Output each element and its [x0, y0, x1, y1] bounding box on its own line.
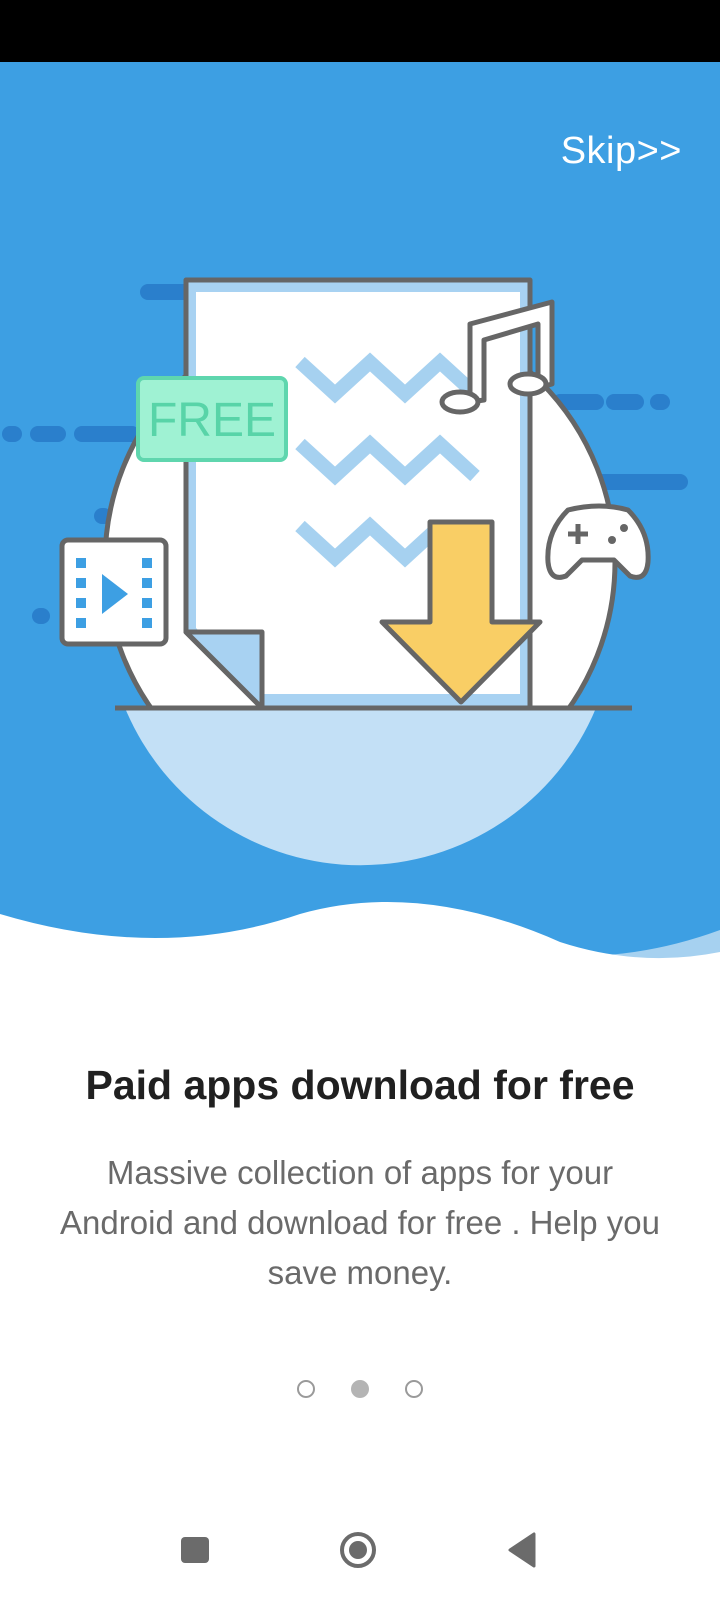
circle-floor: [125, 708, 596, 866]
home-button[interactable]: [330, 1522, 386, 1578]
page-dot[interactable]: [405, 1380, 423, 1398]
recents-button[interactable]: [167, 1522, 223, 1578]
video-icon: [59, 537, 169, 647]
page-description: Massive collection of apps for your Andr…: [60, 1154, 660, 1291]
status-bar: [0, 0, 720, 62]
back-button[interactable]: [494, 1522, 550, 1578]
svg-text:FREE: FREE: [148, 394, 276, 447]
page-title: Paid apps download for free: [85, 1062, 635, 1108]
page-indicator: [0, 1380, 720, 1404]
skip-button[interactable]: Skip>>: [561, 130, 682, 173]
wave-front: [0, 901, 720, 992]
free-badge: FREE: [136, 376, 288, 462]
home-icon: [340, 1532, 376, 1568]
page-dot-active[interactable]: [351, 1380, 369, 1398]
onboarding-illustration: FREE: [0, 277, 720, 992]
back-icon: [508, 1532, 536, 1568]
hero-banner: FREE Skip>>: [0, 62, 720, 992]
page-dot[interactable]: [297, 1380, 315, 1398]
system-nav-bar: [0, 1500, 720, 1600]
recents-icon: [181, 1537, 209, 1563]
